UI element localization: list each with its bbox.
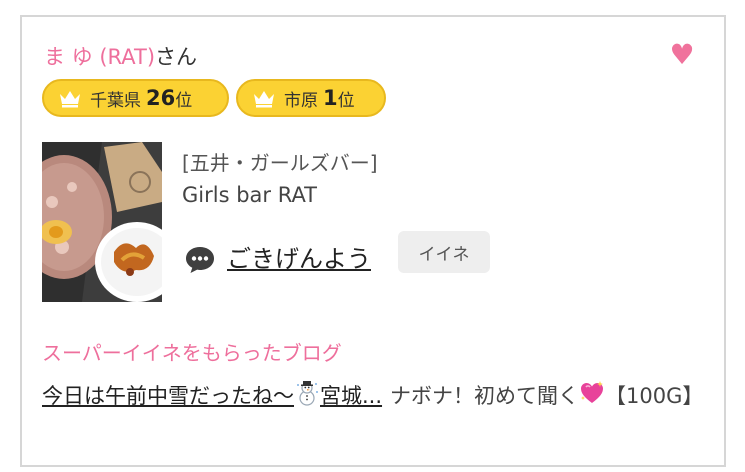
user-honorific: さん — [155, 45, 198, 69]
user-header: ま ゆ (RAT)さん — [44, 41, 197, 71]
blog-title-part: 宮城... — [320, 384, 383, 408]
ranking-badge-prefecture: 千葉県 26 位 — [42, 79, 229, 117]
shop-name[interactable]: Girls bar RAT — [182, 183, 317, 207]
blog-link[interactable]: ナボナ！初めて聞く 【100G】 — [390, 379, 710, 413]
snowman-icon — [297, 381, 318, 406]
ranking-badge-city: 市原 1 位 — [236, 79, 386, 117]
sparkling-heart-icon — [581, 381, 603, 403]
blog-title-part: 今日は午前中雪だったね〜 — [42, 384, 294, 408]
crown-icon — [254, 91, 274, 108]
badge-rank: 26 — [146, 86, 176, 110]
food-photo-image — [42, 142, 162, 302]
blog-title-part: ナボナ！初めて聞く — [390, 384, 579, 408]
badge-area: 市原 — [284, 90, 318, 111]
section-title: スーパーイイネをもらったブログ — [42, 341, 342, 365]
greeting-link[interactable]: ごきげんよう — [227, 239, 371, 274]
badge-rank-unit: 位 — [175, 90, 193, 111]
iine-button[interactable]: イイネ — [398, 231, 490, 273]
user-name[interactable]: ま ゆ (RAT) — [44, 45, 155, 69]
user-card: ま ゆ (RAT)さん ♥ 千葉県 26 位 市原 1 位 [五井・ガールズバー… — [20, 15, 726, 467]
user-photo[interactable] — [42, 142, 162, 302]
blog-title-part: 【100G】 — [605, 384, 704, 408]
heart-icon[interactable]: ♥ — [667, 41, 697, 69]
badge-rank-unit: 位 — [337, 90, 355, 111]
blog-link[interactable]: 今日は午前中雪だったね〜 宮城... — [42, 379, 386, 413]
shop-genre: [五井・ガールズバー] — [182, 151, 378, 175]
badge-rank: 1 — [323, 86, 338, 110]
crown-icon — [60, 91, 80, 108]
badge-area: 千葉県 — [90, 90, 141, 111]
speech-bubble-icon — [186, 247, 214, 273]
